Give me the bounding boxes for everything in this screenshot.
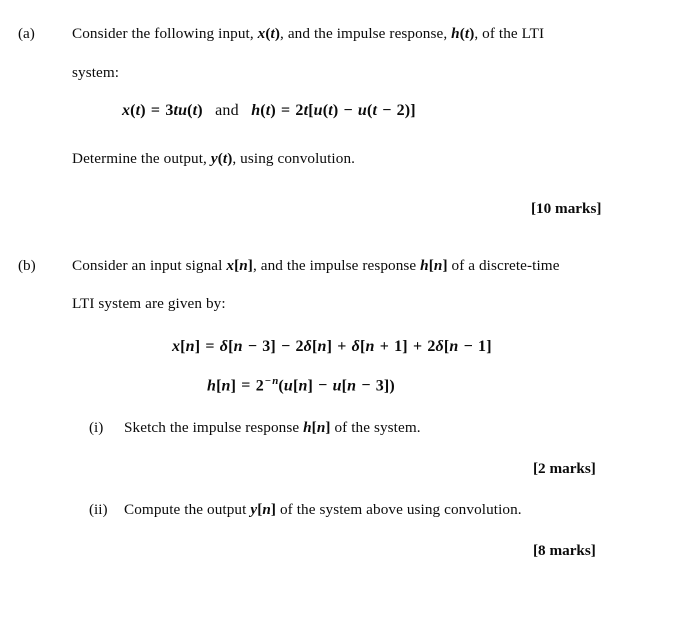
part-b-ii-marks: [8 marks] <box>533 542 596 559</box>
part-b-ii-text: Compute the output y[n] of the system ab… <box>124 501 522 518</box>
part-a-line3: Determine the output, y(t), using convol… <box>72 150 356 167</box>
part-b-ii-label: (ii) <box>89 501 108 518</box>
part-b-line2: LTI system are given by: <box>72 295 226 312</box>
part-a-line1: Consider the following input, x(t), and … <box>72 25 545 42</box>
part-a-marks: [10 marks] <box>531 200 602 217</box>
document-page: (a) Consider the following input, x(t), … <box>0 0 690 634</box>
part-b-i-text: Sketch the impulse response h[n] of the … <box>124 419 421 436</box>
part-b-label: (b) <box>18 257 36 274</box>
part-a-label: (a) <box>18 25 35 42</box>
part-b-line1: Consider an input signal x[n], and the i… <box>72 257 560 274</box>
part-b-equation-x: x[n] = δ[n − 3] − 2δ[n] + δ[n + 1] + 2δ[… <box>172 338 492 355</box>
part-b-equation-h: h[n] = 2−n(u[n] − u[n − 3]) <box>207 375 395 395</box>
part-b-i-label: (i) <box>89 419 104 436</box>
part-b-i-marks: [2 marks] <box>533 460 596 477</box>
part-a-equation: x(t) = 3tu(t) and h(t) = 2t[u(t) − u(t −… <box>122 102 416 119</box>
part-a-line2: system: <box>72 64 120 81</box>
